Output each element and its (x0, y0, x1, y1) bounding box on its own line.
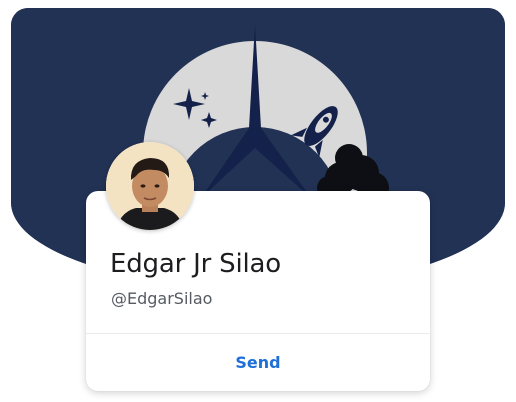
profile-card-widget: Edgar Jr Silao @EdgarSilao Send (0, 0, 516, 402)
card-divider (86, 333, 430, 334)
profile-handle: @EdgarSilao (111, 289, 213, 308)
avatar-photo (106, 142, 194, 230)
profile-name: Edgar Jr Silao (110, 249, 281, 279)
avatar[interactable] (106, 142, 194, 230)
send-button[interactable]: Send (86, 336, 430, 388)
